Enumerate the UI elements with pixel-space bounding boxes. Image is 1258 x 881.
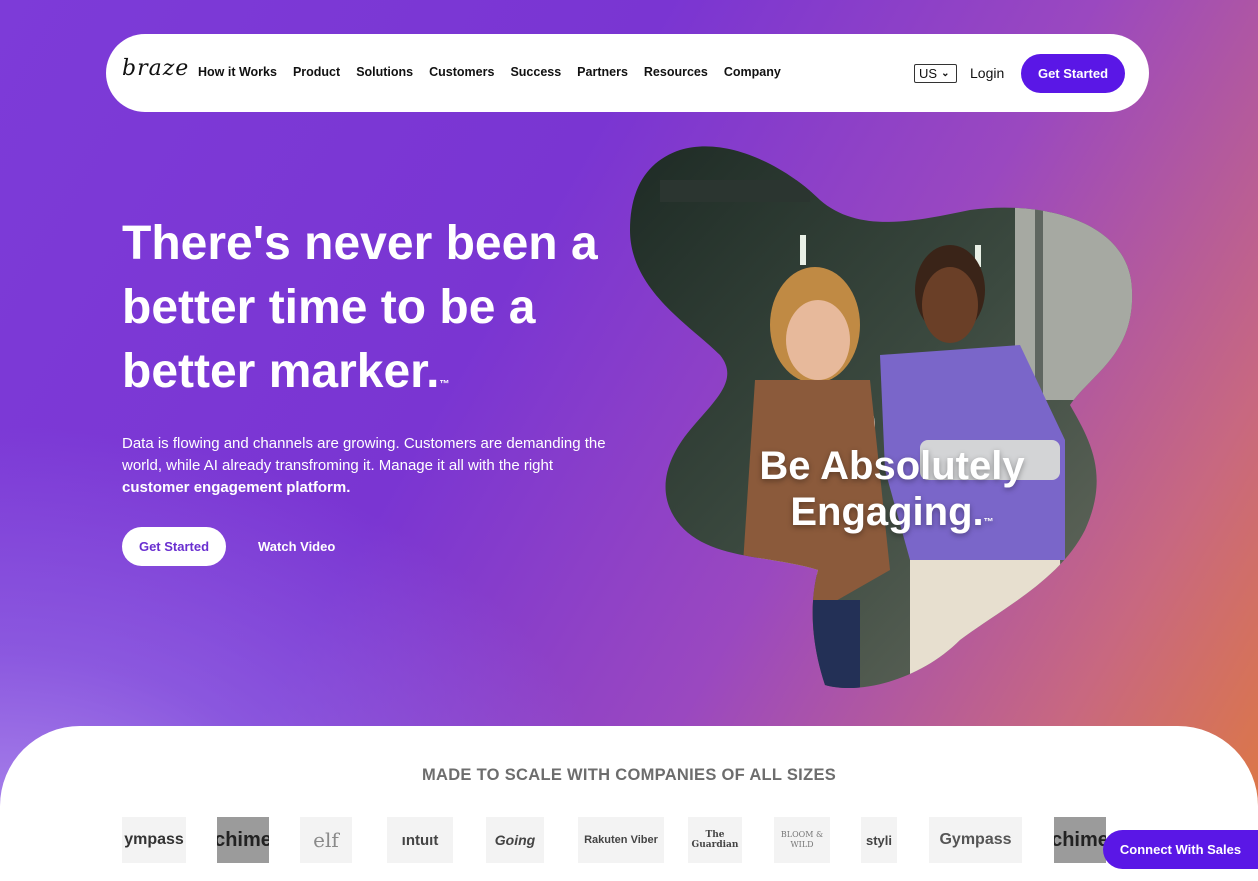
hero-subcopy-bold: customer engagement platform. bbox=[122, 479, 351, 496]
chevron-down-icon: ⌄ bbox=[941, 68, 950, 79]
nav-product[interactable]: Product bbox=[293, 65, 340, 79]
headline-line-3: better marker.™ bbox=[122, 340, 642, 417]
logo-rakuten-viber: Rakuten Viber bbox=[578, 817, 664, 863]
nav-resources[interactable]: Resources bbox=[644, 65, 708, 79]
hero-headline: There's never been a better time to be a… bbox=[122, 212, 642, 417]
nav-company[interactable]: Company bbox=[724, 65, 781, 79]
nav-links: How it Works Product Solutions Customers… bbox=[198, 65, 797, 79]
photo-caption: Be Absolutely Engaging.™ bbox=[737, 443, 1047, 546]
photo-caption-line-2-text: Engaging. bbox=[790, 490, 984, 534]
logo-intuit: ıntuıt bbox=[387, 817, 453, 863]
trademark-mark: ™ bbox=[439, 379, 450, 390]
headline-line-3-text: better marker. bbox=[122, 345, 440, 398]
nav-get-started-button[interactable]: Get Started bbox=[1021, 54, 1125, 93]
top-navbar: braze How it Works Product Solutions Cus… bbox=[106, 34, 1149, 112]
login-link[interactable]: Login bbox=[970, 65, 1004, 81]
braze-logo[interactable]: braze bbox=[122, 56, 188, 90]
logo-gympass-partial: ympass bbox=[122, 817, 186, 863]
nav-how-it-works[interactable]: How it Works bbox=[198, 65, 277, 79]
logo-the-guardian: The Guardian bbox=[688, 817, 742, 863]
logo-styli: styli bbox=[861, 817, 897, 863]
photo-caption-line-2: Engaging.™ bbox=[737, 489, 1047, 546]
nav-customers[interactable]: Customers bbox=[429, 65, 494, 79]
logo-elf: elf bbox=[300, 817, 352, 863]
logo-chime-2: chime bbox=[1054, 817, 1106, 863]
logo-bloom-wild: BLOOM & WILD bbox=[774, 817, 830, 863]
locale-select[interactable]: US ⌄ bbox=[914, 64, 957, 83]
headline-line-2: better time to be a bbox=[122, 281, 536, 334]
headline-line-1: There's never been a bbox=[122, 217, 598, 270]
nav-success[interactable]: Success bbox=[510, 65, 561, 79]
customers-title: MADE TO SCALE WITH COMPANIES OF ALL SIZE… bbox=[421, 766, 837, 784]
connect-with-sales-button[interactable]: Connect With Sales bbox=[1103, 830, 1258, 869]
logo-chime: chime bbox=[217, 817, 269, 863]
hero-get-started-button[interactable]: Get Started bbox=[122, 527, 226, 566]
trademark-mark-2: ™ bbox=[983, 517, 994, 528]
logo-gympass: Gympass bbox=[929, 817, 1022, 863]
hero-subcopy-text: Data is flowing and channels are growing… bbox=[122, 435, 606, 474]
photo-caption-line-1: Be Absolutely bbox=[759, 444, 1025, 488]
hero-photo bbox=[630, 146, 1133, 689]
nav-solutions[interactable]: Solutions bbox=[356, 65, 413, 79]
logo-going: Going bbox=[486, 817, 544, 863]
nav-partners[interactable]: Partners bbox=[577, 65, 628, 79]
watch-video-link[interactable]: Watch Video bbox=[258, 539, 335, 554]
locale-value: US bbox=[919, 66, 938, 81]
hero-subcopy: Data is flowing and channels are growing… bbox=[122, 433, 632, 499]
